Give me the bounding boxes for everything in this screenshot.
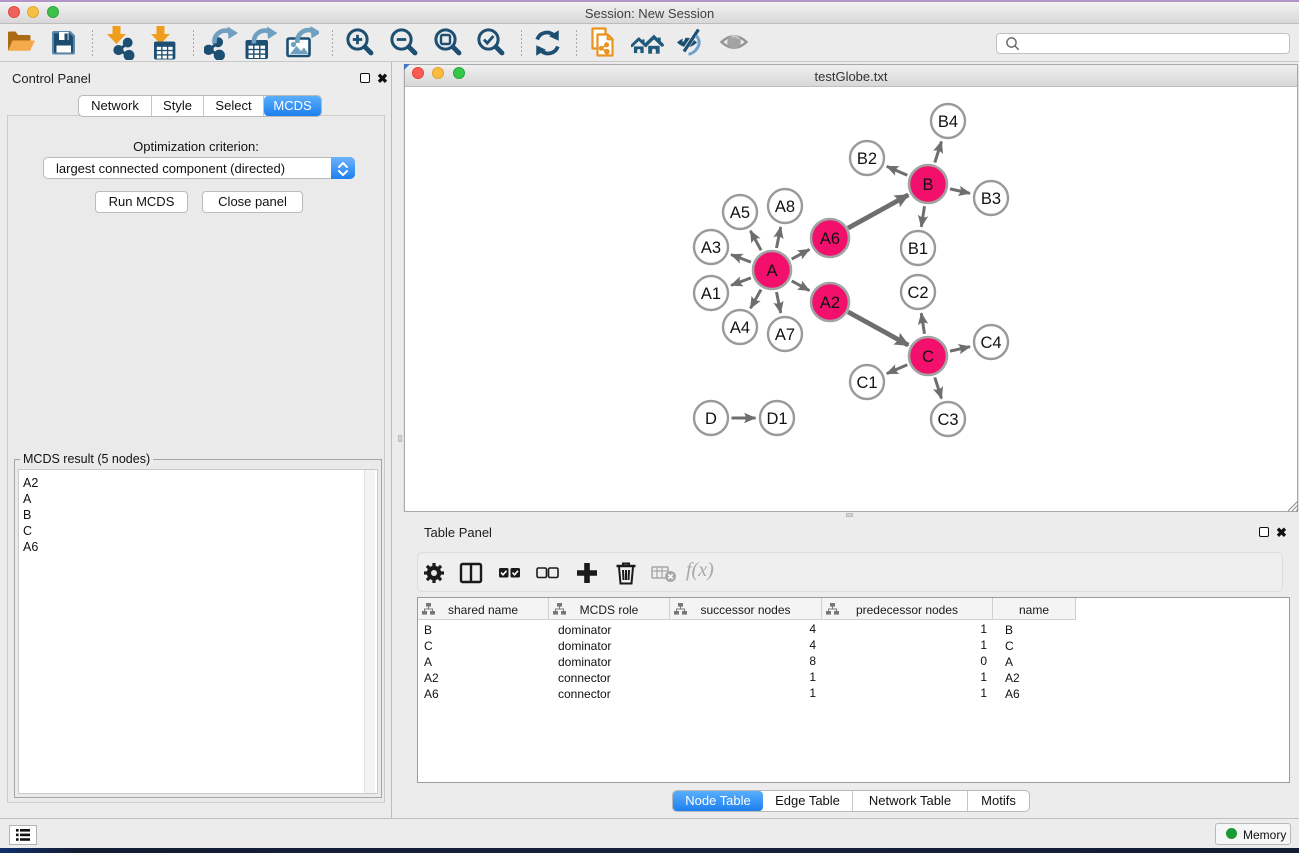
- svg-text:A4: A4: [730, 319, 750, 337]
- svg-text:A8: A8: [775, 198, 795, 216]
- svg-text:B4: B4: [938, 113, 958, 131]
- svg-text:A5: A5: [730, 204, 750, 222]
- svg-text:C2: C2: [907, 284, 928, 302]
- svg-text:C3: C3: [937, 411, 958, 429]
- svg-text:B: B: [922, 176, 933, 194]
- svg-text:D: D: [705, 410, 717, 428]
- svg-text:B1: B1: [908, 240, 928, 258]
- svg-text:A2: A2: [820, 294, 840, 312]
- svg-text:B3: B3: [981, 190, 1001, 208]
- svg-text:C1: C1: [856, 374, 877, 392]
- svg-text:A6: A6: [820, 230, 840, 248]
- svg-text:D1: D1: [766, 410, 787, 428]
- svg-text:A7: A7: [775, 326, 795, 344]
- svg-text:A: A: [766, 262, 777, 280]
- svg-text:C: C: [922, 348, 934, 366]
- svg-text:C4: C4: [980, 334, 1001, 352]
- svg-text:A3: A3: [701, 239, 721, 257]
- svg-text:B2: B2: [857, 150, 877, 168]
- svg-text:A1: A1: [701, 285, 721, 303]
